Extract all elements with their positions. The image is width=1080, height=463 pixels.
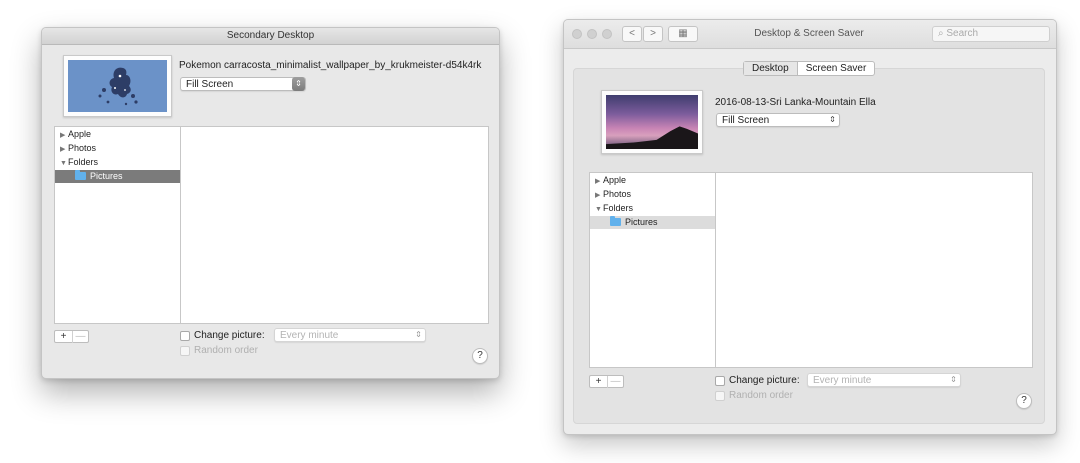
- random-order-checkbox[interactable]: [715, 391, 725, 401]
- source-label: Pictures: [90, 171, 123, 181]
- disclosure-triangle-icon[interactable]: ▶: [595, 189, 603, 202]
- source-item-apple[interactable]: ▶ Apple: [590, 174, 716, 187]
- zoom-window-button[interactable]: [602, 29, 612, 39]
- source-item-folders[interactable]: ▼Folders: [55, 156, 181, 169]
- source-item-folders[interactable]: ▼Folders: [590, 202, 716, 215]
- wallpaper-thumbnail: [68, 60, 167, 112]
- add-remove-control: + —: [589, 375, 624, 388]
- source-item-pictures[interactable]: Pictures: [590, 216, 716, 229]
- source-label: Apple: [68, 129, 92, 139]
- desktop-screen-saver-window: < > ▦ Desktop & Screen Saver ⌕ Search De…: [563, 19, 1057, 435]
- change-picture-label: Change picture:: [194, 330, 265, 341]
- search-field[interactable]: ⌕ Search: [932, 26, 1050, 42]
- source-item-photos[interactable]: ▶ Photos: [55, 142, 181, 155]
- popup-arrows-icon: ⇕: [415, 330, 422, 339]
- fit-screen-value: Fill Screen: [186, 79, 234, 90]
- popup-arrows-icon: ⇕: [829, 115, 836, 124]
- back-button[interactable]: <: [622, 26, 642, 42]
- random-order-label: Random order: [194, 345, 258, 356]
- source-label: Pictures: [625, 217, 658, 227]
- secondary-desktop-window: Secondary Desktop Pokemon carracosta_min…: [41, 27, 500, 379]
- source-label: Photos: [68, 143, 97, 153]
- pokemon-silhouette-icon: [98, 67, 138, 106]
- remove-folder-button[interactable]: —: [607, 376, 624, 388]
- wallpaper-preview: [63, 55, 172, 117]
- change-picture-label: Change picture:: [729, 375, 800, 386]
- source-label: Folders: [603, 203, 634, 213]
- source-label: Photos: [603, 189, 632, 199]
- disclosure-triangle-icon[interactable]: ▶: [60, 129, 68, 142]
- disclosure-triangle-icon[interactable]: ▶: [60, 143, 68, 156]
- source-label: Folders: [68, 157, 99, 167]
- change-picture-checkbox[interactable]: [715, 376, 725, 386]
- window-title: Secondary Desktop: [42, 28, 499, 45]
- source-item-apple[interactable]: ▶ Apple: [55, 128, 181, 141]
- tab-desktop[interactable]: Desktop: [744, 62, 798, 75]
- remove-folder-button[interactable]: —: [72, 331, 89, 343]
- random-order-label: Random order: [729, 390, 793, 401]
- source-list[interactable]: ▶ Apple ▶ Photos ▼Folders Pictures: [589, 172, 717, 368]
- add-remove-control: + —: [54, 330, 89, 343]
- fit-screen-popup[interactable]: Fill Screen ⇕: [716, 113, 840, 127]
- minimize-window-button[interactable]: [587, 29, 597, 39]
- tab-bar: Desktop Screen Saver: [743, 61, 876, 76]
- show-all-grid-button[interactable]: ▦: [668, 26, 698, 42]
- wallpaper-name: 2016-08-13-Sri Lanka-Mountain Ella: [715, 97, 876, 108]
- change-picture-checkbox[interactable]: [180, 331, 190, 341]
- add-folder-button[interactable]: +: [55, 331, 73, 343]
- mountain-silhouette: [606, 126, 698, 149]
- source-item-pictures[interactable]: Pictures: [55, 170, 181, 183]
- forward-button[interactable]: >: [643, 26, 663, 42]
- source-item-photos[interactable]: ▶ Photos: [590, 188, 716, 201]
- interval-value: Every minute: [280, 330, 339, 341]
- disclosure-triangle-icon[interactable]: ▼: [595, 203, 603, 216]
- search-placeholder: Search: [946, 28, 979, 39]
- interval-value: Every minute: [813, 375, 872, 386]
- popup-arrows-icon: ⇕: [950, 375, 957, 384]
- interval-popup[interactable]: Every minute ⇕: [807, 373, 961, 387]
- window-title: Desktop & Screen Saver: [754, 28, 864, 39]
- disclosure-triangle-icon[interactable]: ▶: [595, 175, 603, 188]
- interval-popup[interactable]: Every minute ⇕: [274, 328, 426, 342]
- source-list[interactable]: ▶ Apple ▶ Photos ▼Folders Pictures: [54, 126, 182, 324]
- add-folder-button[interactable]: +: [590, 376, 608, 388]
- fit-screen-value: Fill Screen: [722, 115, 770, 126]
- source-label: Apple: [603, 175, 627, 185]
- search-icon: ⌕: [938, 28, 944, 39]
- popup-arrows-icon: ⇕: [292, 77, 305, 91]
- fit-screen-popup[interactable]: Fill Screen ⇕: [180, 77, 306, 91]
- random-order-checkbox[interactable]: [180, 346, 190, 356]
- help-button[interactable]: ?: [1016, 393, 1032, 409]
- window-toolbar: < > ▦ Desktop & Screen Saver ⌕ Search: [564, 20, 1056, 49]
- image-grid[interactable]: [180, 126, 489, 324]
- folder-icon: [75, 170, 86, 180]
- image-grid[interactable]: [715, 172, 1033, 368]
- close-window-button[interactable]: [572, 29, 582, 39]
- wallpaper-thumbnail: [606, 95, 698, 149]
- folder-icon: [610, 216, 621, 226]
- wallpaper-preview: [601, 90, 703, 154]
- wallpaper-name: Pokemon carracosta_minimalist_wallpaper_…: [179, 60, 482, 71]
- disclosure-triangle-icon[interactable]: ▼: [60, 157, 68, 170]
- help-button[interactable]: ?: [472, 348, 488, 364]
- tab-screen-saver[interactable]: Screen Saver: [798, 62, 875, 75]
